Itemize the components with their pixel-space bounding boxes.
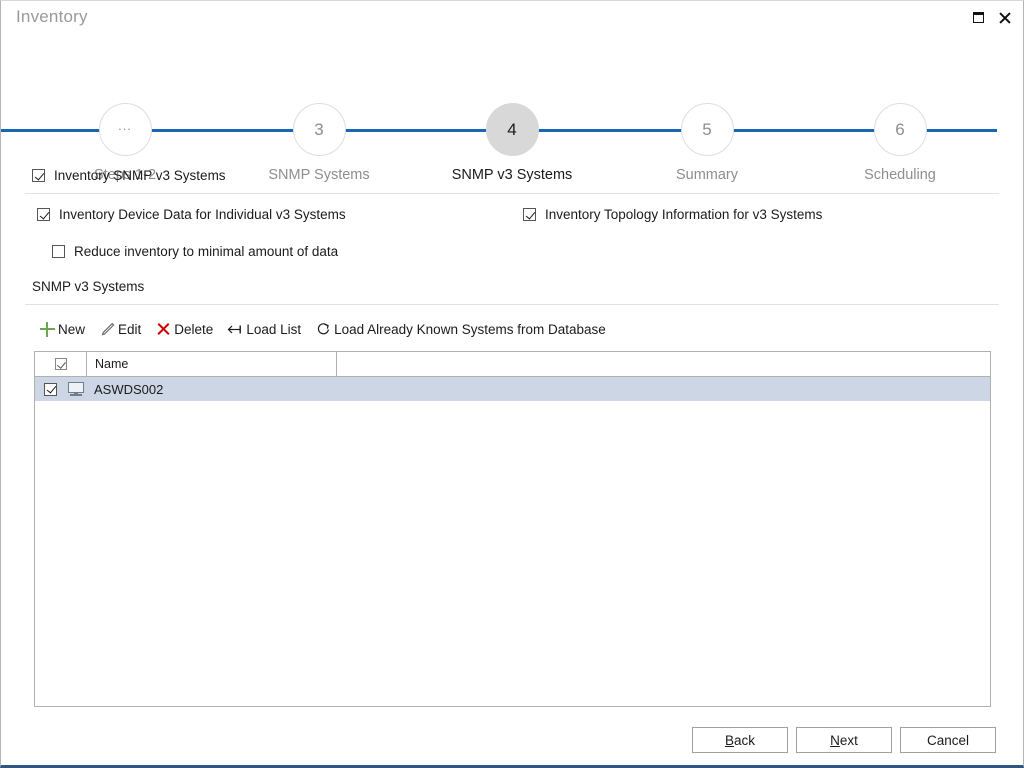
inventory-topology-info-checkbox-row[interactable]: Inventory Topology Information for v3 Sy… — [523, 207, 822, 222]
select-all-checkbox[interactable] — [54, 358, 67, 370]
monitor-icon — [68, 382, 84, 396]
back-button-label: ack — [734, 732, 756, 748]
restore-icon — [972, 11, 984, 23]
reduce-inventory-checkbox-row[interactable]: Reduce inventory to minimal amount of da… — [52, 244, 338, 259]
table-row[interactable]: ASWDS002 — [35, 377, 990, 401]
pencil-icon — [99, 321, 116, 338]
step-2[interactable]: 3 SNMP Systems — [254, 103, 384, 183]
step-5-circle: 6 — [873, 103, 927, 156]
step-2-label: SNMP Systems — [268, 167, 370, 183]
arrow-to-bar-icon — [227, 321, 244, 338]
step-5-label: Scheduling — [864, 167, 936, 183]
close-icon — [998, 11, 1011, 24]
row-checkbox[interactable] — [44, 382, 57, 396]
x-icon — [155, 321, 172, 338]
next-button-label: ext — [839, 732, 858, 748]
table-toolbar: New Edit Delete Load List Load Already K… — [39, 318, 620, 340]
load-known-systems-button[interactable]: Load Already Known Systems from Database — [315, 321, 606, 338]
next-button-accel: N — [830, 732, 840, 748]
step-3-label: SNMP v3 Systems — [451, 167, 573, 183]
edit-button-label: Edit — [118, 321, 142, 337]
inventory-wizard-window: Inventory ... Steps 1-2 3 SNMP Systems 4… — [0, 0, 1024, 768]
column-header-filler — [337, 352, 990, 376]
new-button-label: New — [58, 321, 86, 337]
divider-after-master-option — [25, 193, 999, 194]
back-button[interactable]: Back — [692, 727, 788, 753]
close-window-button[interactable] — [991, 5, 1017, 29]
inventory-snmpv3-systems-checkbox-row[interactable]: Inventory SNMP v3 Systems — [32, 168, 226, 183]
refresh-icon — [315, 321, 332, 338]
inventory-device-data-checkbox-row[interactable]: Inventory Device Data for Individual v3 … — [37, 207, 346, 222]
table-header-row: Name — [35, 352, 990, 377]
step-4-circle: 5 — [680, 103, 734, 156]
edit-button[interactable]: Edit — [99, 321, 141, 338]
inventory-topology-info-label: Inventory Topology Information for v3 Sy… — [545, 207, 823, 222]
wizard-stepper: ... Steps 1-2 3 SNMP Systems 4 SNMP v3 S… — [1, 47, 1023, 183]
inventory-device-data-checkbox[interactable] — [37, 208, 50, 221]
inventory-snmpv3-systems-checkbox[interactable] — [32, 169, 45, 182]
plus-icon — [39, 321, 56, 338]
delete-button[interactable]: Delete — [155, 321, 213, 338]
column-header-name[interactable]: Name — [87, 352, 337, 376]
reduce-inventory-label: Reduce inventory to minimal amount of da… — [74, 244, 339, 259]
section-title-snmpv3-systems: SNMP v3 Systems — [32, 279, 145, 294]
step-4-label: Summary — [675, 167, 739, 183]
restore-window-button[interactable] — [965, 5, 991, 29]
new-button[interactable]: New — [39, 321, 85, 338]
inventory-topology-info-checkbox[interactable] — [523, 208, 536, 221]
delete-button-label: Delete — [174, 321, 214, 337]
step-4[interactable]: 5 Summary — [642, 103, 772, 183]
row-name-cell: ASWDS002 — [94, 381, 164, 397]
reduce-inventory-checkbox[interactable] — [52, 245, 65, 258]
step-5[interactable]: 6 Scheduling — [835, 103, 965, 183]
next-button[interactable]: Next — [796, 727, 892, 753]
step-1-circle: ... — [98, 103, 152, 156]
step-3-circle: 4 — [485, 103, 539, 156]
cancel-button[interactable]: Cancel — [900, 727, 996, 753]
title-bar: Inventory — [1, 1, 1023, 35]
divider-after-section-title — [25, 304, 999, 305]
load-list-button-label: Load List — [246, 321, 302, 337]
window-title: Inventory — [16, 7, 88, 26]
cancel-button-label: Cancel — [926, 732, 970, 748]
step-3[interactable]: 4 SNMP v3 Systems — [447, 103, 577, 183]
row-select-cell[interactable] — [35, 382, 87, 396]
select-all-header-cell[interactable] — [35, 352, 87, 376]
inventory-snmpv3-systems-label: Inventory SNMP v3 Systems — [54, 168, 226, 183]
step-2-circle: 3 — [292, 103, 346, 156]
load-known-systems-button-label: Load Already Known Systems from Database — [334, 321, 606, 337]
load-list-button[interactable]: Load List — [227, 321, 301, 338]
back-button-accel: B — [724, 732, 734, 748]
inventory-device-data-label: Inventory Device Data for Individual v3 … — [59, 207, 346, 222]
column-header-name-label: Name — [95, 357, 129, 371]
snmpv3-systems-table: Name ASWDS002 — [34, 351, 991, 707]
